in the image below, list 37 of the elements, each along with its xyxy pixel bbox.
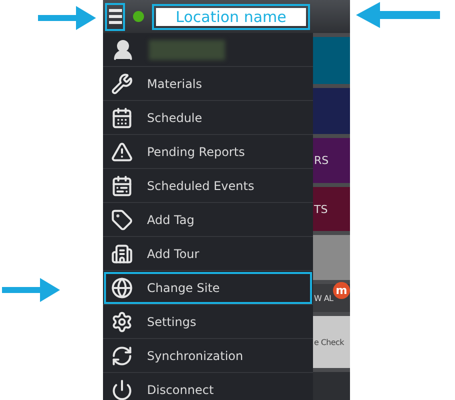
tile[interactable] [313, 372, 350, 400]
menu-item[interactable]: Settings [103, 305, 313, 339]
settings-icon [111, 310, 133, 332]
arrow-icon [38, 4, 96, 32]
menu-item[interactable]: Synchronization [103, 339, 313, 373]
menu-item[interactable]: Schedule [103, 101, 313, 135]
tile[interactable]: TS [313, 187, 350, 231]
tile[interactable]: e Check [313, 316, 350, 368]
wrench-icon [111, 72, 133, 94]
sync-icon [111, 344, 133, 366]
tile[interactable]: RS [313, 138, 350, 183]
menu-item[interactable]: Scheduled Events [103, 169, 313, 203]
building-icon [111, 242, 133, 264]
tile[interactable] [313, 88, 350, 134]
tag-icon [111, 208, 133, 230]
arrow-icon [356, 1, 440, 29]
app-badge: m [333, 282, 350, 299]
calendar-grid-icon [111, 174, 133, 196]
tile[interactable] [313, 37, 350, 84]
tile-label: TS [314, 202, 328, 216]
user-icon [111, 38, 135, 62]
calendar-icon [111, 106, 133, 128]
warning-triangle-icon [111, 140, 133, 162]
globe-icon [111, 276, 133, 298]
menu-item[interactable]: Add Tour [103, 237, 313, 271]
tile-label: W AL [314, 294, 334, 302]
menu-item[interactable]: Materials [103, 67, 313, 101]
menu-item[interactable]: Pending Reports [103, 135, 313, 169]
arrow-icon [2, 276, 60, 304]
tile-label: RS [314, 154, 329, 167]
menu-item[interactable]: Add Tag [103, 203, 313, 237]
menu-button[interactable] [105, 2, 125, 30]
tile[interactable]: W AL m [313, 284, 350, 312]
tile[interactable] [313, 235, 350, 280]
power-icon [111, 378, 133, 400]
tile-label: e Check [314, 338, 344, 346]
menu-item[interactable]: Change Site [103, 271, 313, 305]
